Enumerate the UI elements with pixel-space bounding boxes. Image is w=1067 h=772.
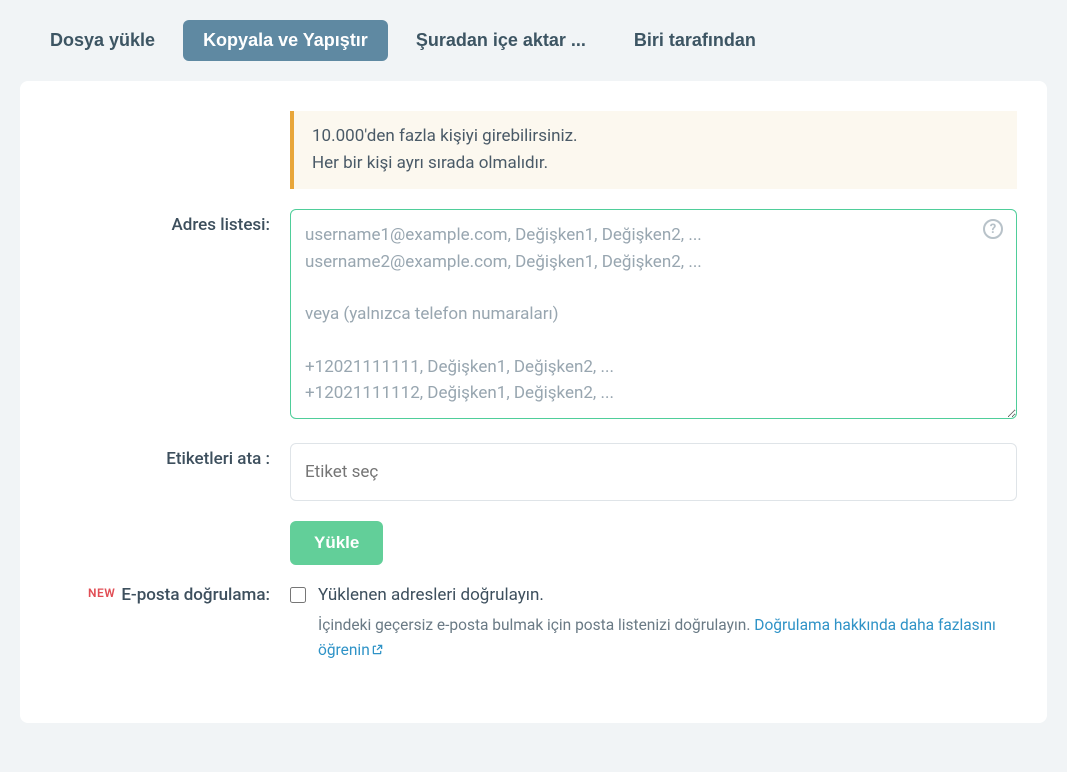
form-panel: 10.000'den fazla kişiyi girebilirsiniz. … [20,81,1047,723]
tab-import-from[interactable]: Şuradan içe aktar ... [396,20,606,61]
tags-label: Etiketleri ata : [50,443,290,469]
tabs: Dosya yükle Kopyala ve Yapıştır Şuradan … [30,20,1047,61]
info-line-2: Her bir kişi ayrı sırada olmalıdır. [312,150,999,177]
verify-checkbox-label: Yüklenen adresleri doğrulayın. [318,585,544,605]
info-line-1: 10.000'den fazla kişiyi girebilirsiniz. [312,123,999,150]
tab-by-someone[interactable]: Biri tarafından [614,20,776,61]
verify-checkbox[interactable] [290,587,306,603]
tags-input[interactable] [290,443,1017,501]
address-list-input[interactable] [290,209,1017,419]
verify-description: İçindeki geçersiz e-posta bulmak için po… [290,613,1017,663]
external-link-icon [372,644,383,655]
upload-button[interactable]: Yükle [290,521,383,565]
verify-label: E-posta doğrulama: [121,585,270,605]
info-box: 10.000'den fazla kişiyi girebilirsiniz. … [290,111,1017,189]
tab-upload-file[interactable]: Dosya yükle [30,20,175,61]
verify-checkbox-line[interactable]: Yüklenen adresleri doğrulayın. [290,585,1017,605]
new-badge: NEW [88,586,115,600]
address-list-label: Adres listesi: [50,209,290,235]
verify-desc-text: İçindeki geçersiz e-posta bulmak için po… [318,616,754,634]
tab-copy-paste[interactable]: Kopyala ve Yapıştır [183,20,388,61]
